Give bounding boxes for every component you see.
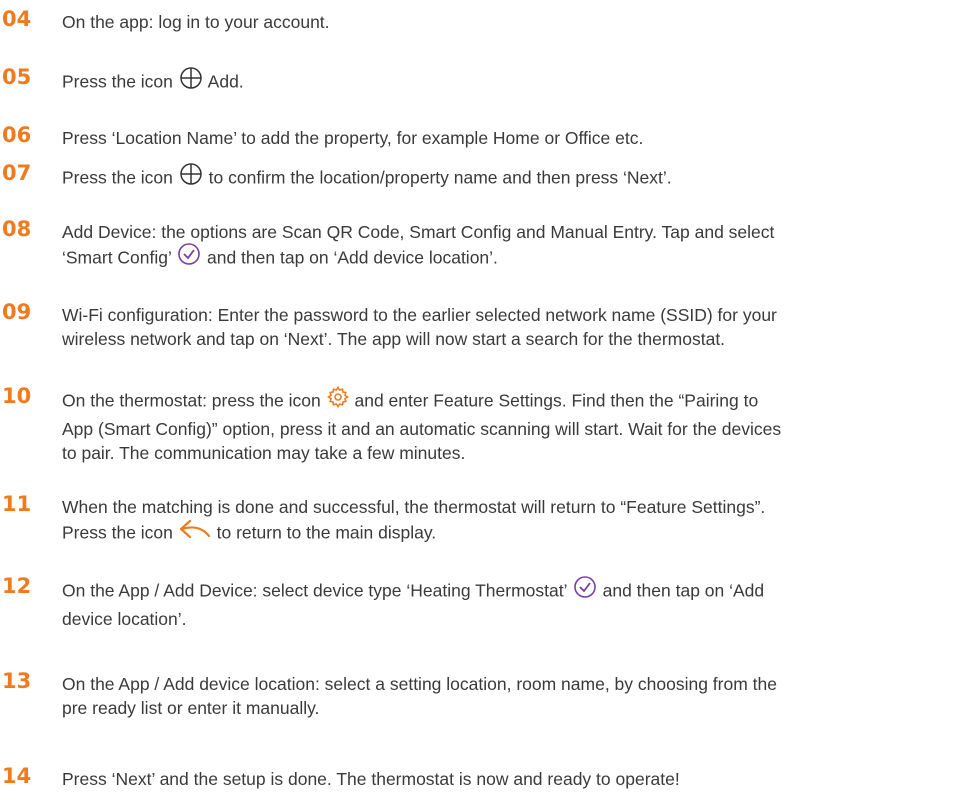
check-circle-icon: [176, 242, 202, 272]
plus-circle-icon: [178, 66, 204, 96]
step-line: Press the icon to confirm the location/p…: [62, 162, 962, 194]
step-line: pre ready list or enter it manually.: [62, 698, 320, 718]
gear-icon: [326, 385, 350, 415]
step-number: 07: [2, 161, 32, 185]
step-line: On the thermostat: press the icon and en…: [62, 385, 962, 417]
step-line: Press ‘Next’ and the setup is done. The …: [62, 769, 680, 789]
step-number: 10: [2, 384, 32, 408]
step-line: to pair. The communication may take a fe…: [62, 443, 466, 463]
step-line: Press the icon Add.: [62, 66, 962, 98]
step-number: 14: [2, 764, 32, 788]
back-arrow-icon: [178, 517, 212, 547]
step-text: On the app: log in to your account.: [62, 10, 962, 34]
step-text-part: to confirm the location/property name an…: [208, 167, 672, 188]
step-line: On the app: log in to your account.: [62, 12, 330, 32]
step-number: 11: [2, 492, 32, 516]
step-text: Press the icon Add.: [62, 66, 962, 98]
check-circle-icon: [572, 575, 598, 605]
step-text: On the App / Add Device: select device t…: [62, 575, 962, 631]
step-line: ‘Smart Config’ and then tap on ‘Add devi…: [62, 242, 962, 274]
step-line: Wi-Fi configuration: Enter the password …: [62, 305, 777, 325]
step-text: Press the icon to confirm the location/p…: [62, 162, 962, 194]
step-text-part: Press the icon: [62, 71, 173, 92]
step-text-part: Press the icon: [62, 167, 173, 188]
step-line: On the App / Add device location: select…: [62, 674, 777, 694]
step-text-part: Add.: [207, 71, 244, 92]
step-number: 12: [2, 574, 32, 598]
step-text-part: to return to the main display.: [216, 522, 437, 543]
step-line: On the App / Add Device: select device t…: [62, 575, 962, 607]
step-text: Press ‘Location Name’ to add the propert…: [62, 126, 962, 150]
step-text: Wi-Fi configuration: Enter the password …: [62, 303, 962, 351]
plus-circle-icon: [178, 162, 204, 192]
step-text-part: On the App / Add Device: select device t…: [62, 580, 567, 601]
step-text: On the thermostat: press the icon and en…: [62, 385, 962, 465]
instruction-steps: 04 On the app: log in to your account. 0…: [0, 0, 973, 809]
step-line: When the matching is done and successful…: [62, 497, 766, 517]
step-line: Press ‘Location Name’ to add the propert…: [62, 128, 644, 148]
step-number: 04: [2, 7, 32, 31]
step-text-part: On the thermostat: press the icon: [62, 390, 321, 411]
step-text: Add Device: the options are Scan QR Code…: [62, 220, 962, 274]
step-text-part: ‘Smart Config’: [62, 247, 172, 268]
step-text: When the matching is done and successful…: [62, 495, 962, 549]
step-text-part: Press the icon: [62, 522, 173, 543]
step-number: 05: [2, 65, 32, 89]
step-line: App (Smart Config)” option, press it and…: [62, 419, 782, 439]
step-text: On the App / Add device location: select…: [62, 672, 962, 720]
step-number: 08: [2, 217, 32, 241]
step-line: Add Device: the options are Scan QR Code…: [62, 222, 775, 242]
step-line: Press the icon to return to the main dis…: [62, 519, 962, 549]
step-line: device location’.: [62, 609, 187, 629]
step-line: wireless network and tap on ‘Next’. The …: [62, 329, 726, 349]
step-number: 09: [2, 300, 32, 324]
step-number: 06: [2, 123, 32, 147]
step-text: Press ‘Next’ and the setup is done. The …: [62, 767, 962, 791]
step-text-part: and then tap on ‘Add: [602, 580, 765, 601]
step-text-part: and then tap on ‘Add device location’.: [207, 247, 498, 268]
step-number: 13: [2, 669, 32, 693]
step-text-part: and enter Feature Settings. Find then th…: [354, 390, 759, 411]
